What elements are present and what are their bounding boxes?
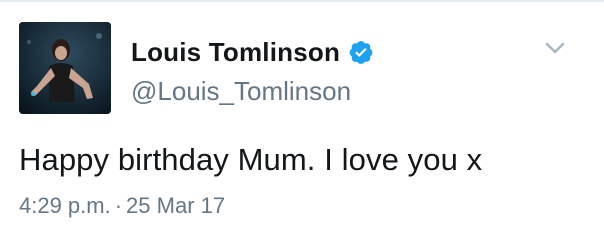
tweet-text: Happy birthday Mum. I love you x	[19, 142, 483, 177]
tweet-time: 4:29 p.m.	[19, 193, 111, 218]
tweet-timestamp[interactable]: 4:29 p.m. · 25 Mar 17	[19, 193, 225, 219]
chevron-down-icon[interactable]	[540, 36, 570, 60]
verified-badge-icon	[348, 39, 374, 65]
name-row: Louis Tomlinson	[131, 34, 374, 70]
user-handle[interactable]: @Louis_Tomlinson	[131, 76, 351, 107]
avatar-photo	[19, 22, 111, 114]
display-name[interactable]: Louis Tomlinson	[131, 37, 340, 68]
top-divider	[0, 0, 604, 2]
meta-separator: ·	[114, 193, 123, 218]
tweet-date: 25 Mar 17	[126, 193, 226, 218]
avatar[interactable]	[19, 22, 111, 114]
tweet-card: Louis Tomlinson @Louis_Tomlinson Happy b…	[0, 0, 604, 240]
